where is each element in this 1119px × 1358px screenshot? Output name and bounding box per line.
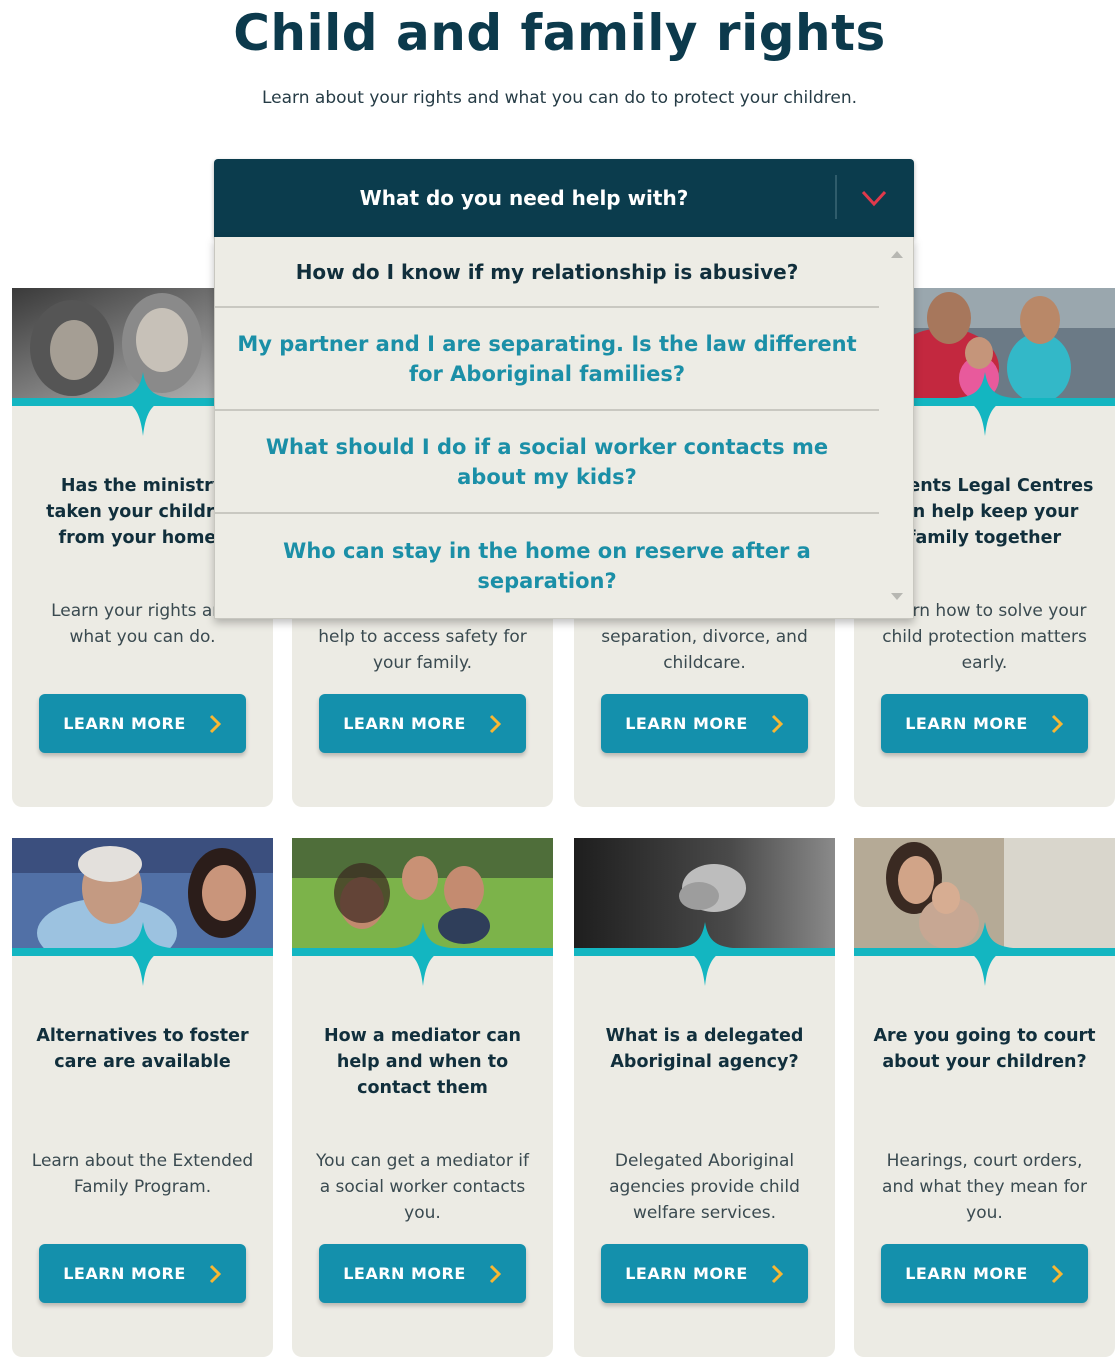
dropdown-divider [835, 175, 837, 219]
learn-more-label: LEARN MORE [63, 714, 186, 733]
learn-more-button[interactable]: LEARN MORE [39, 1244, 246, 1303]
page: Child and family rights Learn about your… [0, 0, 1119, 1358]
learn-more-button[interactable]: LEARN MORE [881, 1244, 1088, 1303]
dropdown-option[interactable]: My partner and I are separating. Is the … [215, 308, 879, 411]
learn-more-button[interactable]: LEARN MORE [601, 694, 808, 753]
chevron-right-icon [1051, 714, 1063, 733]
card-description: help to access safety for your family. [318, 627, 527, 673]
learn-more-button[interactable]: LEARN MORE [601, 1244, 808, 1303]
page-subtitle: Learn about your rights and what you can… [262, 88, 857, 108]
learn-more-label: LEARN MORE [63, 1264, 186, 1283]
diamond-notch-icon [115, 922, 171, 986]
triangle-up-icon[interactable] [890, 249, 904, 259]
diamond-notch-icon [395, 922, 451, 986]
learn-more-button[interactable]: LEARN MORE [319, 1244, 526, 1303]
dropdown-option[interactable]: What should I do if a social worker cont… [215, 411, 879, 514]
dropdown-scrollbar[interactable] [879, 237, 913, 617]
chevron-right-icon [209, 1264, 221, 1283]
card-court: Are you going to court about your childr… [854, 838, 1115, 1357]
dropdown-label: What do you need help with? [359, 186, 689, 210]
diamond-notch-icon [957, 922, 1013, 986]
learn-more-button[interactable]: LEARN MORE [39, 694, 246, 753]
card-title: Are you going to court about your childr… [873, 1026, 1096, 1072]
learn-more-label: LEARN MORE [905, 714, 1028, 733]
learn-more-label: LEARN MORE [625, 1264, 748, 1283]
triangle-down-icon[interactable] [890, 592, 904, 602]
chevron-right-icon [1051, 1264, 1063, 1283]
card-title: Alternatives to foster care are availabl… [36, 1026, 249, 1072]
chevron-right-icon [489, 714, 501, 733]
diamond-notch-icon [957, 372, 1013, 436]
dropdown-options: How do I know if my relationship is abus… [214, 237, 914, 619]
chevron-right-icon [489, 1264, 501, 1283]
diamond-notch-icon [677, 922, 733, 986]
card-mediator: How a mediator can help and when to cont… [292, 838, 553, 1357]
card-title: What is a delegated Aboriginal agency? [605, 1026, 804, 1072]
diamond-notch-icon [115, 372, 171, 436]
card-description: Learn about the Extended Family Program. [31, 1151, 254, 1197]
learn-more-button[interactable]: LEARN MORE [881, 694, 1088, 753]
card-description: Hearings, court orders, and what they me… [882, 1151, 1087, 1223]
chevron-right-icon [209, 714, 221, 733]
help-topic-dropdown: What do you need help with? How do I kno… [214, 159, 914, 619]
chevron-right-icon [771, 714, 783, 733]
chevron-down-icon[interactable] [858, 183, 890, 213]
learn-more-label: LEARN MORE [625, 714, 748, 733]
learn-more-label: LEARN MORE [343, 1264, 466, 1283]
card-foster-care: Alternatives to foster care are availabl… [12, 838, 273, 1357]
chevron-right-icon [771, 1264, 783, 1283]
card-description: Delegated Aboriginal agencies provide ch… [609, 1151, 800, 1223]
dropdown-option[interactable]: Who can stay in the home on reserve afte… [215, 514, 879, 617]
card-description: You can get a mediator if a social worke… [316, 1151, 529, 1223]
card-description: separation, divorce, and childcare. [601, 627, 808, 673]
learn-more-button[interactable]: LEARN MORE [319, 694, 526, 753]
dropdown-toggle[interactable]: What do you need help with? [214, 159, 914, 237]
card-delegated-agency: What is a delegated Aboriginal agency? D… [574, 838, 835, 1357]
page-title: Child and family rights [233, 4, 886, 62]
dropdown-option[interactable]: How do I know if my relationship is abus… [215, 237, 879, 308]
learn-more-label: LEARN MORE [343, 714, 466, 733]
card-title: How a mediator can help and when to cont… [323, 1026, 522, 1098]
learn-more-label: LEARN MORE [905, 1264, 1028, 1283]
